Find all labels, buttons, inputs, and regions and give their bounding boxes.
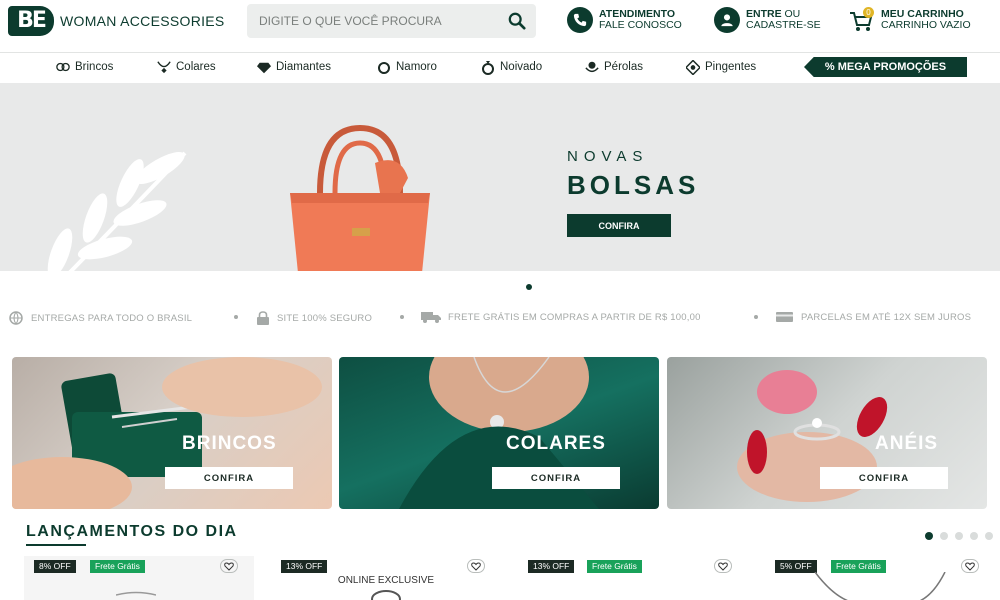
- free-shipping-badge: Frete Grátis: [587, 560, 642, 573]
- discount-badge: 13% OFF: [528, 560, 575, 573]
- benefit-separator: [234, 315, 238, 319]
- cart-count-badge: 0: [863, 7, 874, 18]
- carousel-dot-active[interactable]: [526, 284, 532, 290]
- ring-icon: [377, 60, 391, 74]
- truck-icon: [421, 312, 441, 323]
- online-exclusive-tag: ONLINE EXCLUSIVE: [337, 575, 435, 586]
- benefit-delivery: ENTREGAS PARA TODO O BRASIL: [8, 311, 192, 325]
- hero-lower-strip: [0, 271, 1000, 296]
- benefit-security: SITE 100% SEGURO: [256, 311, 372, 325]
- nav-label: Noivado: [500, 61, 543, 73]
- nav-item-brincos[interactable]: Brincos: [56, 60, 113, 74]
- nav-item-colares[interactable]: Colares: [157, 60, 216, 74]
- hero-banner[interactable]: NOVAS BOLSAS CONFIRA: [0, 83, 1000, 271]
- nav-item-noivado[interactable]: Noivado: [481, 60, 543, 75]
- favorite-heart-icon[interactable]: [961, 559, 979, 573]
- support-link[interactable]: ATENDIMENTO FALE CONOSCO: [567, 7, 682, 33]
- handbag-image: [290, 124, 430, 271]
- favorite-heart-icon[interactable]: [467, 559, 485, 573]
- nav-label: Namoro: [396, 61, 437, 73]
- lock-icon: [257, 311, 269, 325]
- hero-cta-button[interactable]: CONFIRA: [567, 214, 671, 237]
- benefit-separator: [754, 315, 758, 319]
- diamond-icon: [257, 60, 271, 74]
- category-cta-button[interactable]: CONFIRA: [820, 467, 948, 489]
- logo[interactable]: BE WOMAN ACCESSORIES: [8, 6, 225, 36]
- pearl-icon: [585, 60, 599, 74]
- carousel-dot[interactable]: [940, 532, 948, 540]
- phone-icon: [567, 7, 593, 33]
- nav-item-diamantes[interactable]: Diamantes: [257, 60, 331, 74]
- section-underline: [26, 544, 86, 546]
- user-icon: [714, 7, 740, 33]
- category-card-colares[interactable]: COLARES CONFIRA: [339, 357, 659, 509]
- favorite-heart-icon[interactable]: [220, 559, 238, 573]
- product-card[interactable]: 8% OFF Frete Grátis: [24, 556, 254, 600]
- search-icon[interactable]: [508, 12, 526, 30]
- nav-label: Pingentes: [705, 61, 757, 73]
- product-card[interactable]: 13% OFF ONLINE EXCLUSIVE: [271, 556, 501, 600]
- product-card[interactable]: 5% OFF Frete Grátis: [765, 556, 995, 600]
- nav-label: Brincos: [75, 61, 114, 73]
- necklace-icon: [157, 60, 171, 74]
- discount-badge: 8% OFF: [34, 560, 76, 573]
- brand-name: WOMAN ACCESSORIES: [60, 13, 225, 29]
- nav-label: Pérolas: [604, 61, 643, 73]
- engagement-ring-icon: [481, 60, 495, 75]
- signup-label: CADASTRE-SE: [746, 19, 821, 31]
- cart-link[interactable]: 0 MEU CARRINHO CARRINHO VAZIO: [849, 7, 971, 33]
- search-input[interactable]: [247, 4, 487, 38]
- hero-title: BOLSAS: [567, 170, 700, 200]
- favorite-heart-icon[interactable]: [714, 559, 732, 573]
- nav-label: Diamantes: [276, 61, 331, 73]
- product-image: [116, 591, 156, 596]
- category-cta-button[interactable]: CONFIRA: [492, 467, 620, 489]
- carousel-dot[interactable]: [970, 532, 978, 540]
- section-title-launches: LANÇAMENTOS DO DIA: [26, 523, 238, 540]
- nav-item-namoro[interactable]: Namoro: [377, 60, 437, 74]
- product-image: [371, 590, 401, 600]
- pendant-icon: [686, 59, 700, 75]
- benefit-separator: [400, 315, 404, 319]
- site-header: BE WOMAN ACCESSORIES ATENDIMENTO FALE CO…: [0, 0, 1000, 50]
- product-carousel-dots: [925, 532, 993, 540]
- category-title: BRINCOS: [182, 433, 277, 454]
- category-title: COLARES: [506, 433, 606, 454]
- category-card-aneis[interactable]: ANÉIS CONFIRA: [667, 357, 987, 509]
- category-card-brincos[interactable]: BRINCOS CONFIRA: [12, 357, 332, 509]
- nav-label: Colares: [176, 61, 216, 73]
- mega-promo-button[interactable]: % MEGA PROMOÇÕES: [804, 57, 967, 77]
- nav-item-perolas[interactable]: Pérolas: [585, 60, 643, 74]
- discount-badge: 13% OFF: [281, 560, 328, 573]
- globe-icon: [9, 311, 23, 325]
- product-card[interactable]: 13% OFF Frete Grátis: [518, 556, 748, 600]
- carousel-dot-active[interactable]: [925, 532, 933, 540]
- benefit-installments: PARCELAS EM ATÉ 12X SEM JUROS: [776, 311, 971, 323]
- carousel-dot[interactable]: [985, 532, 993, 540]
- credit-card-icon: [776, 312, 793, 322]
- category-cta-button[interactable]: CONFIRA: [165, 467, 293, 489]
- hero-kicker: NOVAS: [567, 148, 649, 165]
- free-shipping-badge: Frete Grátis: [90, 560, 145, 573]
- product-image: [814, 572, 946, 600]
- leaf-decoration: [47, 151, 187, 271]
- benefit-label: SITE 100% SEGURO: [277, 312, 373, 324]
- carousel-dot[interactable]: [955, 532, 963, 540]
- category-title: ANÉIS: [875, 433, 939, 454]
- account-link[interactable]: ENTRE OU CADASTRE-SE: [714, 7, 821, 33]
- benefit-label: FRETE GRÁTIS EM COMPRAS A PARTIR DE R$ 1…: [448, 311, 701, 323]
- nav-item-pingentes[interactable]: Pingentes: [686, 59, 757, 75]
- logo-mark: BE: [8, 6, 54, 36]
- search-bar: [247, 4, 536, 38]
- benefit-label: ENTREGAS PARA TODO O BRASIL: [31, 312, 193, 324]
- cart-status: CARRINHO VAZIO: [881, 19, 971, 31]
- cart-icon: 0: [849, 7, 875, 33]
- benefit-label: PARCELAS EM ATÉ 12X SEM JUROS: [801, 311, 972, 323]
- benefit-free-shipping: FRETE GRÁTIS EM COMPRAS A PARTIR DE R$ 1…: [421, 311, 701, 323]
- earrings-icon: [56, 60, 70, 74]
- support-subtitle: FALE CONOSCO: [599, 19, 682, 31]
